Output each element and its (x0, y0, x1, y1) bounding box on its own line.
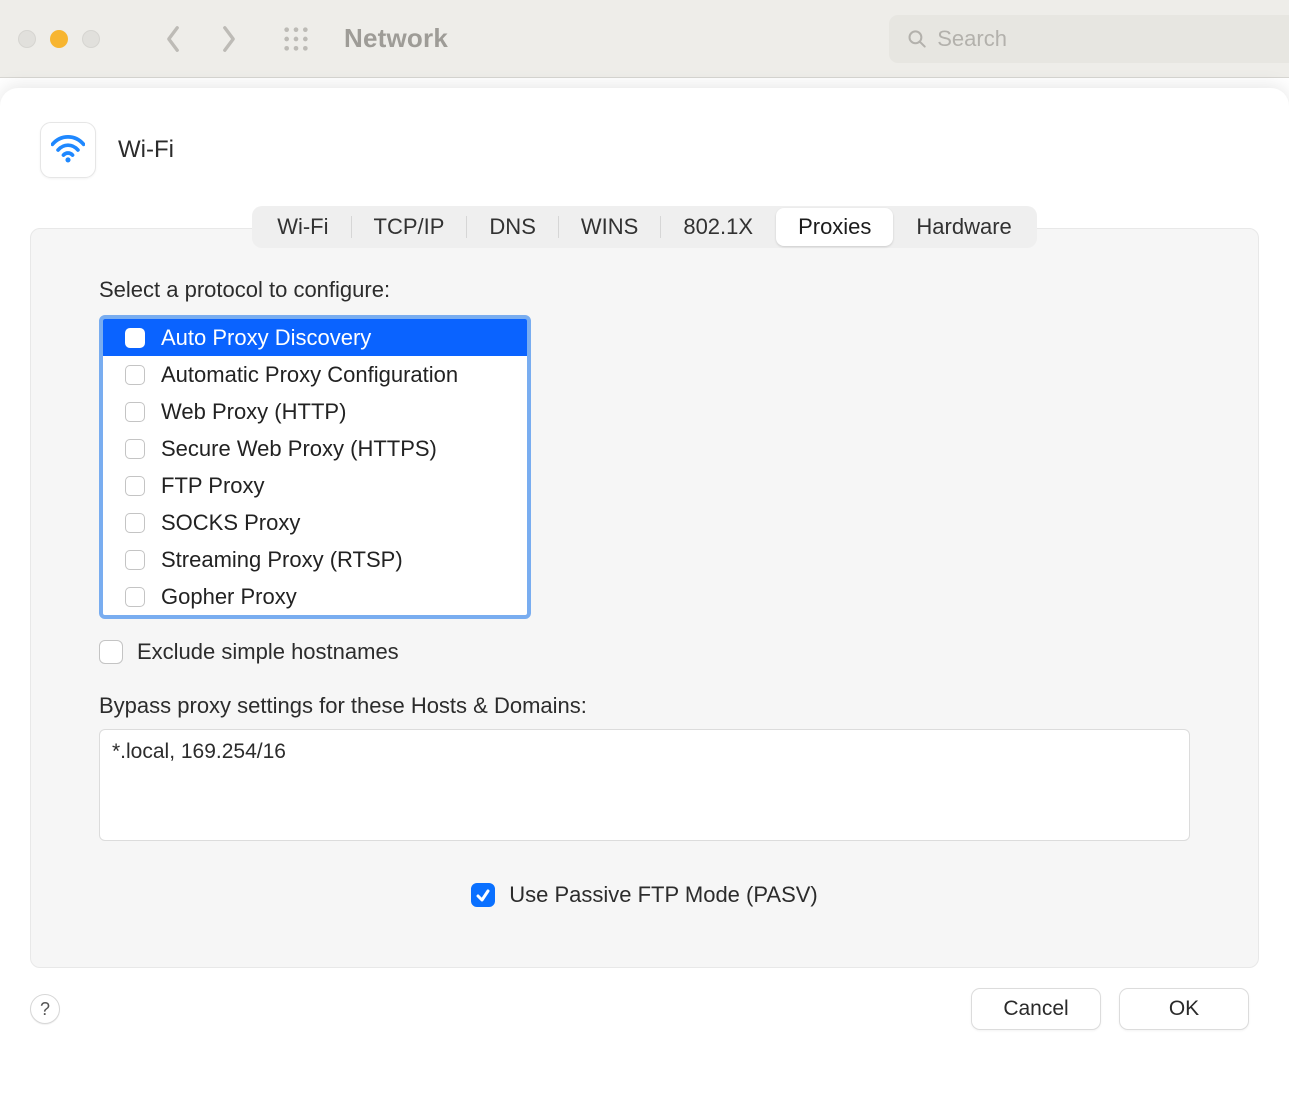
protocol-checkbox[interactable] (125, 587, 145, 607)
protocol-label: Auto Proxy Discovery (161, 325, 371, 351)
window-minimize-button[interactable] (50, 30, 68, 48)
settings-sheet: Wi-Fi Wi-FiTCP/IPDNSWINS802.1XProxiesHar… (0, 88, 1289, 1094)
ok-button[interactable]: OK (1119, 988, 1249, 1030)
wifi-icon (40, 122, 96, 178)
window-close-button[interactable] (18, 30, 36, 48)
protocol-row[interactable]: SOCKS Proxy (103, 504, 527, 541)
protocol-checkbox[interactable] (125, 513, 145, 533)
passive-ftp-checkbox[interactable] (471, 883, 495, 907)
protocol-list[interactable]: Auto Proxy Discovery Automatic Proxy Conf… (99, 315, 531, 619)
tab-proxies[interactable]: Proxies (776, 208, 893, 246)
sheet-title: Wi-Fi (118, 136, 174, 164)
passive-ftp-label: Use Passive FTP Mode (PASV) (509, 882, 818, 908)
protocol-row[interactable]: FTP Proxy (103, 467, 527, 504)
bypass-label: Bypass proxy settings for these Hosts & … (99, 693, 1190, 719)
protocol-checkbox[interactable] (125, 439, 145, 459)
protocol-label: SOCKS Proxy (161, 510, 300, 536)
protocol-row[interactable]: Streaming Proxy (RTSP) (103, 541, 527, 578)
back-button[interactable] (160, 26, 186, 52)
traffic-lights (18, 30, 100, 48)
search-input[interactable] (937, 26, 1289, 52)
protocol-checkbox[interactable] (125, 476, 145, 496)
protocol-row[interactable]: Secure Web Proxy (HTTPS) (103, 430, 527, 467)
proxies-panel: Select a protocol to configure: Auto Pro… (30, 228, 1259, 968)
protocol-label: Streaming Proxy (RTSP) (161, 547, 403, 573)
protocol-label: Web Proxy (HTTP) (161, 399, 346, 425)
protocol-row[interactable]: Gopher Proxy (103, 578, 527, 615)
tab-hardware[interactable]: Hardware (894, 208, 1033, 246)
protocol-checkbox[interactable] (125, 328, 145, 348)
window-toolbar: Network (0, 0, 1289, 78)
protocol-row[interactable]: Automatic Proxy Configuration (103, 356, 527, 393)
protocol-label: FTP Proxy (161, 473, 265, 499)
search-icon (907, 28, 927, 50)
tab-bar: Wi-FiTCP/IPDNSWINS802.1XProxiesHardware (252, 206, 1037, 248)
window-title: Network (344, 23, 448, 54)
tab-wins[interactable]: WINS (559, 208, 660, 246)
search-field[interactable] (889, 15, 1289, 63)
protocol-checkbox[interactable] (125, 550, 145, 570)
exclude-simple-hostnames-checkbox[interactable] (99, 640, 123, 664)
protocol-section-label: Select a protocol to configure: (99, 277, 1190, 303)
forward-button[interactable] (216, 26, 242, 52)
tab-802-1x[interactable]: 802.1X (661, 208, 775, 246)
tab-tcp-ip[interactable]: TCP/IP (352, 208, 467, 246)
help-button[interactable]: ? (30, 994, 60, 1024)
tab-wi-fi[interactable]: Wi-Fi (255, 208, 350, 246)
protocol-checkbox[interactable] (125, 365, 145, 385)
tab-dns[interactable]: DNS (467, 208, 557, 246)
protocol-label: Gopher Proxy (161, 584, 297, 610)
bypass-hosts-textarea[interactable] (99, 729, 1190, 841)
protocol-checkbox[interactable] (125, 402, 145, 422)
window-zoom-button[interactable] (82, 30, 100, 48)
protocol-row[interactable]: Auto Proxy Discovery (103, 319, 527, 356)
show-all-icon[interactable] (282, 25, 310, 53)
protocol-label: Secure Web Proxy (HTTPS) (161, 436, 437, 462)
cancel-button[interactable]: Cancel (971, 988, 1101, 1030)
exclude-simple-hostnames-label: Exclude simple hostnames (137, 639, 399, 665)
protocol-row[interactable]: Web Proxy (HTTP) (103, 393, 527, 430)
protocol-label: Automatic Proxy Configuration (161, 362, 458, 388)
